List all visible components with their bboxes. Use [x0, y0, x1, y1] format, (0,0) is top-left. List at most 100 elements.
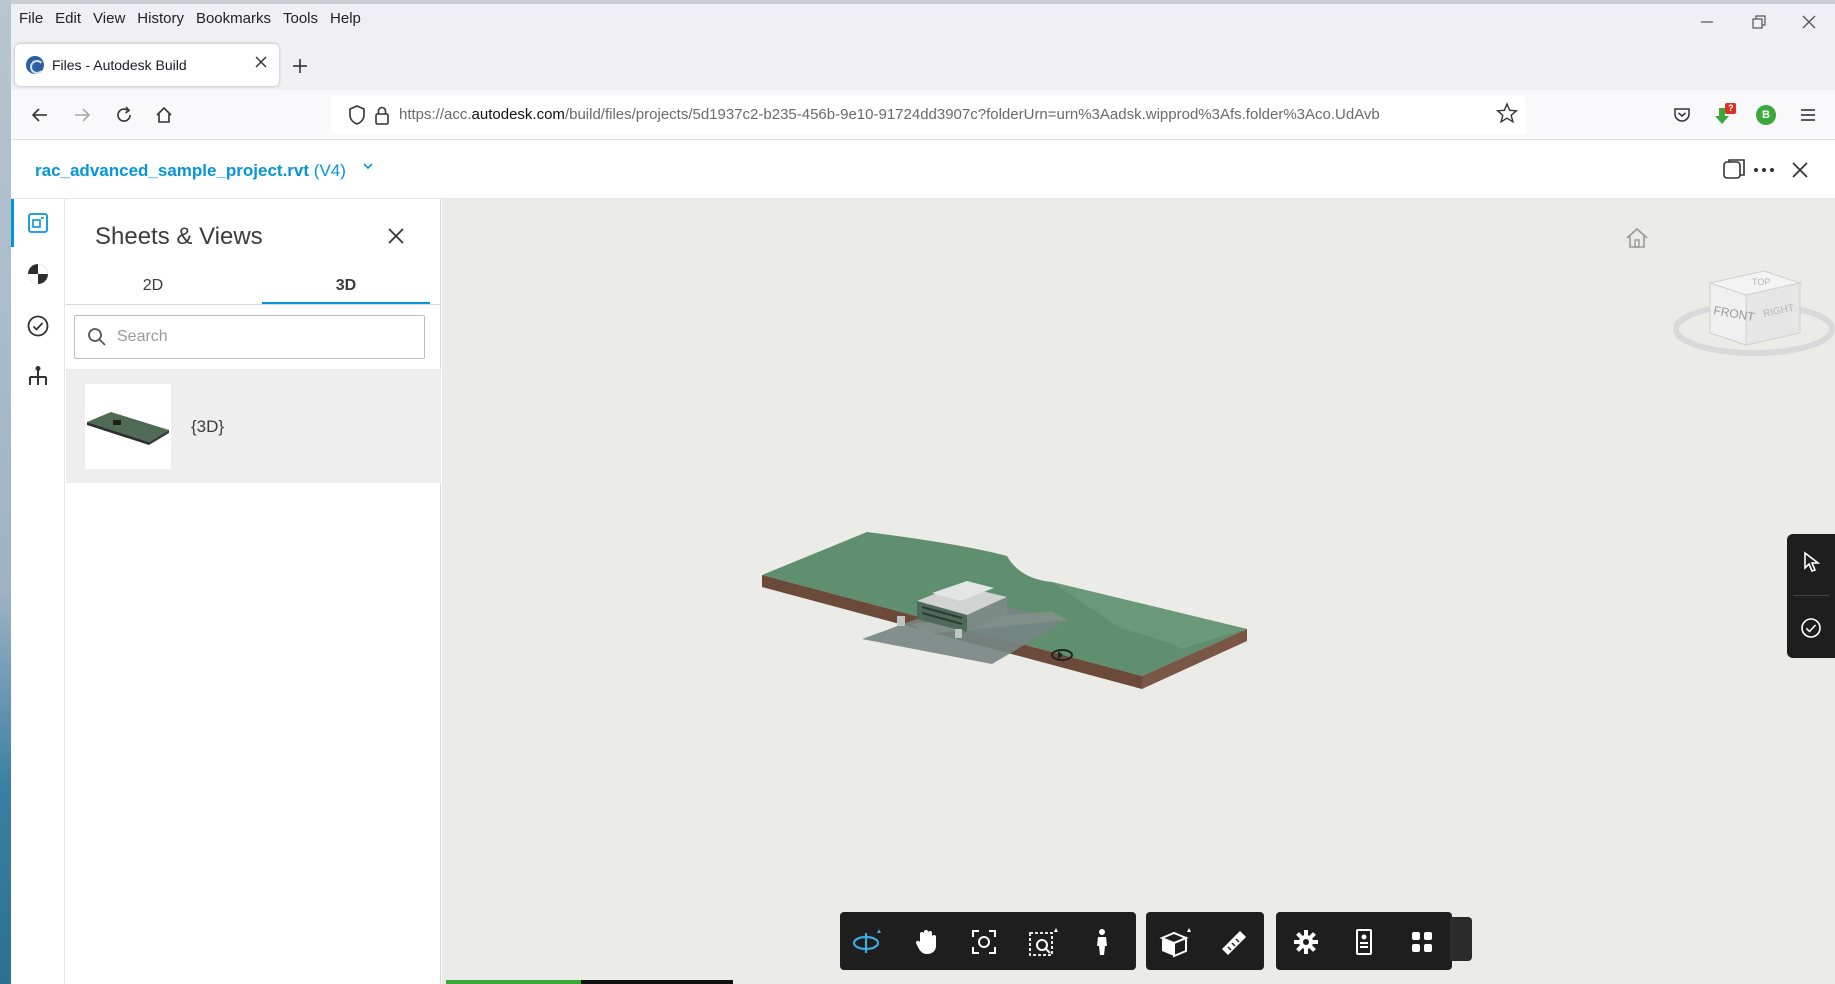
autodesk-favicon-icon: [26, 56, 44, 74]
compare-button[interactable]: [1717, 153, 1751, 187]
zoom-frame-icon: [972, 930, 996, 954]
version-dropdown-button[interactable]: [361, 159, 375, 178]
close-viewer-button[interactable]: [1783, 153, 1817, 187]
3d-viewer-canvas[interactable]: TOP FRONT RIGHT: [442, 199, 1835, 984]
home-icon: [156, 106, 172, 123]
address-bar[interactable]: https://acc.autodesk.com/build/files/pro…: [331, 96, 1526, 134]
first-person-button[interactable]: [1084, 924, 1120, 960]
analysis-toolbar: [1146, 912, 1264, 970]
menu-view[interactable]: View: [87, 10, 131, 27]
measure-button[interactable]: [1216, 924, 1252, 960]
extension-badge: ?: [1728, 103, 1734, 113]
hierarchy-icon: [29, 366, 47, 385]
lock-icon[interactable]: [373, 104, 391, 126]
issues-button[interactable]: [22, 310, 54, 342]
app-menu-button[interactable]: [1793, 100, 1823, 130]
tab-3d[interactable]: 3D: [262, 265, 430, 305]
navigation-toolbar: [840, 912, 1136, 970]
menu-bookmarks[interactable]: Bookmarks: [190, 10, 277, 27]
more-options-button[interactable]: [1747, 153, 1781, 187]
extension-button[interactable]: ?: [1709, 100, 1739, 130]
panel-title: Sheets & Views: [95, 223, 263, 250]
side-toolbar: [1787, 534, 1835, 658]
grid-icon: [1412, 932, 1432, 952]
browser-tab[interactable]: Files - Autodesk Build: [15, 44, 279, 86]
minimize-icon: [1701, 21, 1713, 23]
close-icon: [388, 228, 404, 244]
loading-progress-fill: [446, 980, 581, 984]
view-thumbnail: [85, 384, 171, 469]
check-circle-icon: [1801, 618, 1821, 638]
viewer-header: rac_advanced_sample_project.rvt (V4): [11, 141, 1835, 199]
tracking-shield-icon[interactable]: [347, 104, 367, 126]
view-list-item[interactable]: {3D}: [66, 369, 441, 483]
check-circle-icon: [27, 315, 49, 337]
navigation-bar: https://acc.autodesk.com/build/files/pro…: [11, 90, 1835, 140]
fit-to-view-button[interactable]: [1026, 924, 1062, 960]
menu-edit[interactable]: Edit: [49, 10, 87, 27]
close-icon: [255, 56, 267, 68]
avatar-initial: B: [1762, 109, 1770, 121]
orbit-button[interactable]: [850, 924, 886, 960]
settings-toolbar: [1276, 912, 1452, 970]
reload-button[interactable]: [109, 100, 139, 130]
search-box[interactable]: [74, 315, 425, 359]
pointer-icon: [1804, 551, 1821, 572]
select-tool-button[interactable]: [1795, 546, 1827, 578]
more-icon: [1754, 168, 1774, 172]
close-tab-button[interactable]: [255, 55, 267, 73]
tool-rail: [11, 199, 65, 984]
settings-button[interactable]: [1288, 924, 1324, 960]
file-title[interactable]: rac_advanced_sample_project.rvt (V4): [35, 161, 346, 181]
building-model[interactable]: [762, 489, 1342, 709]
menu-file[interactable]: File: [11, 10, 49, 27]
model-browser-icon: [28, 264, 48, 284]
new-tab-button[interactable]: [292, 53, 308, 81]
compare-icon: [1723, 159, 1745, 179]
menu-help[interactable]: Help: [324, 10, 367, 27]
close-panel-button[interactable]: [387, 221, 405, 252]
arrow-right-icon: [75, 108, 91, 122]
menu-bar: File Edit View History Bookmarks Tools H…: [11, 4, 1835, 32]
rail-active-indicator: [11, 199, 14, 247]
home-button[interactable]: [149, 100, 179, 130]
screenshot-frame: File Edit View History Bookmarks Tools H…: [0, 0, 1835, 984]
issues-tool-button[interactable]: [1795, 612, 1827, 644]
viewcube-top-label: TOP: [1752, 277, 1770, 287]
sheets-icon: [28, 213, 48, 233]
section-analysis-button[interactable]: [1158, 924, 1194, 960]
sheets-views-button[interactable]: [22, 207, 54, 239]
reload-icon: [117, 106, 131, 122]
menu-tools[interactable]: Tools: [277, 10, 324, 27]
pocket-button[interactable]: [1667, 100, 1697, 130]
properties-button[interactable]: [1346, 924, 1382, 960]
file-name: rac_advanced_sample_project.rvt: [35, 161, 310, 180]
profile-button[interactable]: B: [1751, 100, 1781, 130]
loading-progress-bar: [446, 980, 733, 984]
model-browser-button[interactable]: [22, 258, 54, 290]
menu-history[interactable]: History: [131, 10, 190, 27]
hand-icon: [915, 930, 936, 954]
section-box-icon: [1159, 928, 1191, 958]
forward-button[interactable]: [67, 100, 97, 130]
search-input[interactable]: [117, 328, 417, 346]
toolbar-overflow-tab[interactable]: [1450, 917, 1472, 961]
structure-button[interactable]: [22, 361, 54, 393]
gear-icon: [1294, 930, 1318, 954]
tab-2d[interactable]: 2D: [69, 265, 237, 305]
sheets-views-panel: Sheets & Views 2D 3D Search {3D}: [66, 199, 441, 984]
pocket-icon: [1674, 108, 1690, 122]
pan-button[interactable]: [908, 924, 944, 960]
home-view-icon[interactable]: [1622, 223, 1652, 253]
bookmark-star-button[interactable]: [1495, 102, 1519, 130]
back-button[interactable]: [25, 100, 55, 130]
tab-title: Files - Autodesk Build: [52, 57, 187, 73]
zoom-button[interactable]: [966, 924, 1002, 960]
close-icon: [1792, 162, 1808, 178]
extensions-button[interactable]: [1404, 924, 1440, 960]
browser-window: File Edit View History Bookmarks Tools H…: [11, 4, 1835, 984]
url-text[interactable]: https://acc.autodesk.com/build/files/pro…: [399, 106, 1479, 123]
viewcube[interactable]: TOP FRONT RIGHT: [1672, 249, 1835, 367]
hamburger-icon: [1801, 109, 1815, 121]
desktop-background: [0, 0, 11, 984]
